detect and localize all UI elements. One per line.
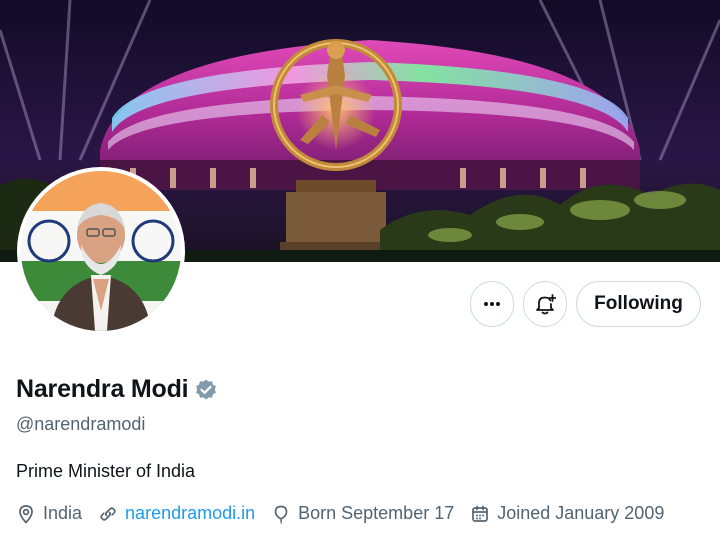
avatar-image (21, 171, 181, 331)
birthday-item: Born September 17 (271, 503, 454, 524)
profile-avatar[interactable] (17, 167, 185, 335)
following-button[interactable]: Following (576, 281, 701, 327)
display-name-row: Narendra Modi (16, 375, 218, 404)
location-text: India (43, 503, 83, 523)
profile-meta-row: India narendramodi.in Born September 17 (16, 503, 664, 524)
birthday-text: Born September 17 (298, 503, 455, 523)
joined-item: Joined January 2009 (470, 503, 664, 524)
user-handle: @narendramodi (16, 414, 146, 434)
balloon-icon (271, 504, 291, 524)
verified-badge-icon[interactable] (194, 378, 218, 402)
more-options-button[interactable] (470, 281, 514, 327)
joined-text: Joined January 2009 (497, 503, 665, 523)
website-item: narendramodi.in (98, 503, 255, 524)
profile-bio: Prime Minister of India (16, 461, 196, 481)
website-link[interactable]: narendramodi.in (125, 503, 255, 524)
bell-plus-icon (536, 294, 556, 315)
display-name: Narendra Modi (16, 375, 189, 403)
notifications-button[interactable] (523, 281, 567, 327)
location-pin-icon (16, 504, 36, 524)
link-icon (98, 504, 118, 524)
location-item: India (16, 503, 82, 524)
calendar-icon (470, 504, 490, 524)
more-horizontal-icon (484, 302, 500, 306)
